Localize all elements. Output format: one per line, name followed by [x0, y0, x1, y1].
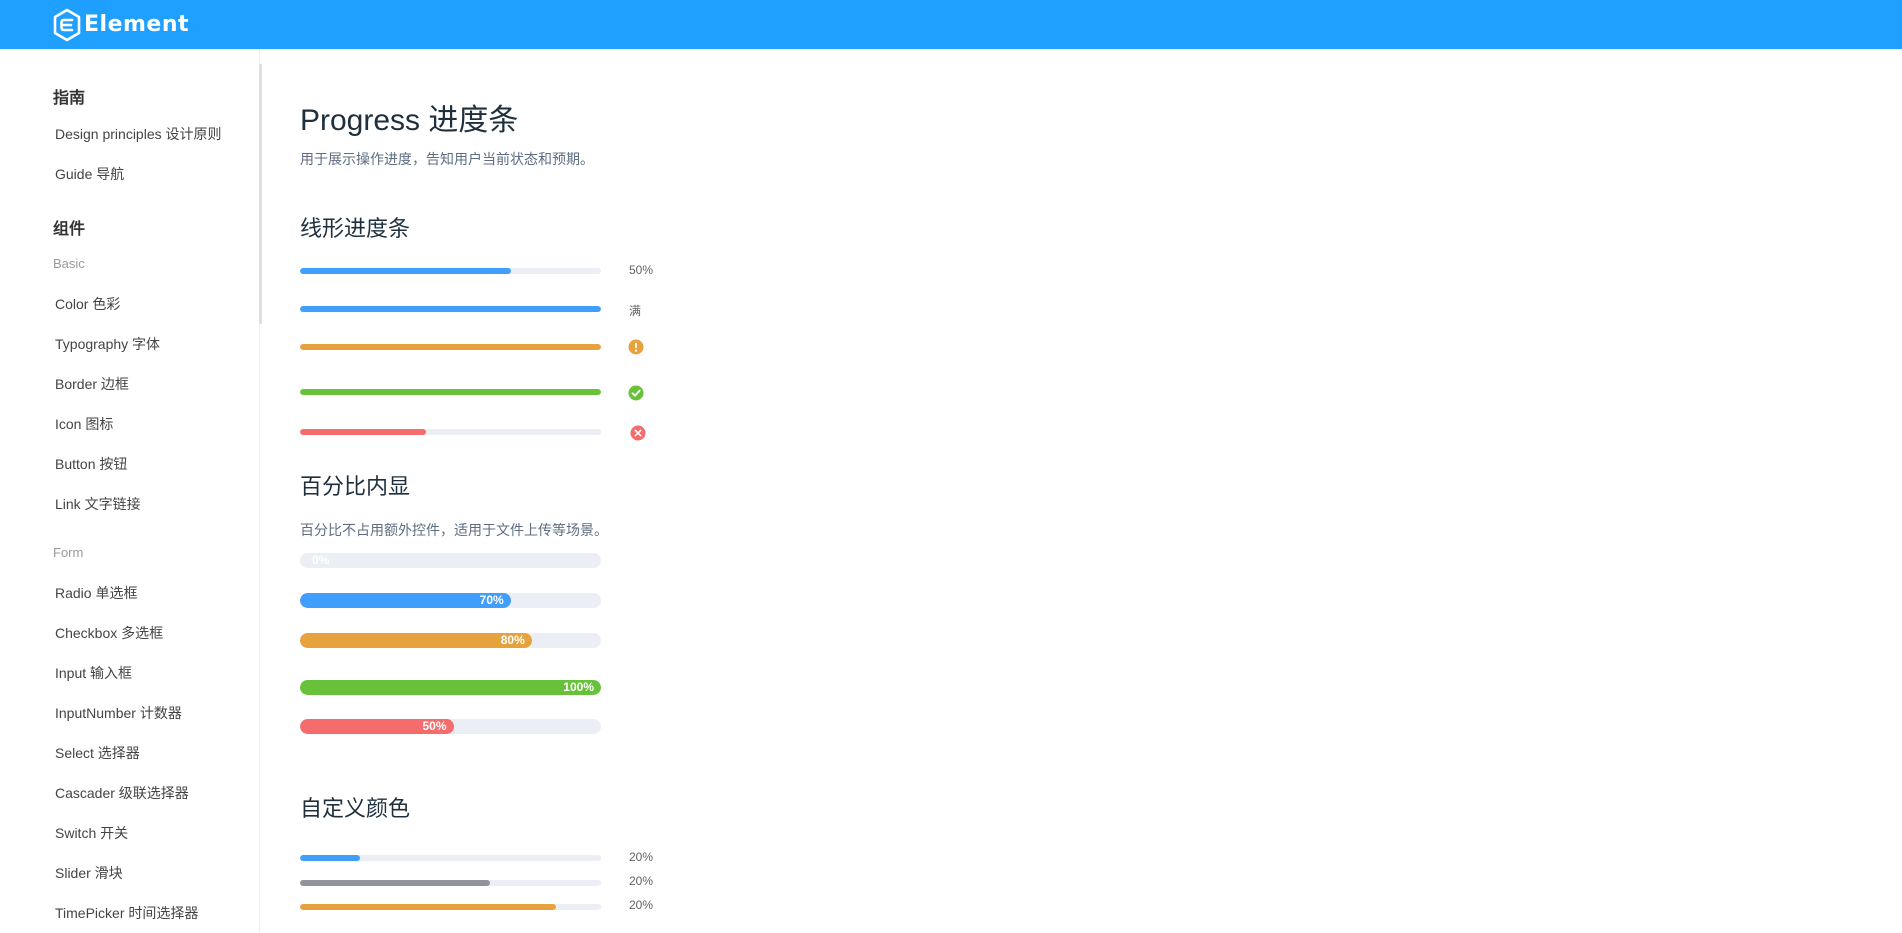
sidebar-item-slider[interactable]: Slider 滑块: [0, 856, 258, 890]
page-description: 用于展示操作进度，告知用户当前状态和预期。: [300, 151, 594, 167]
sidebar-item-label: Radio 单选框: [55, 585, 138, 601]
progress-text: 20%: [629, 874, 654, 888]
section-title-linear: 线形进度条: [300, 216, 411, 241]
sidebar-item-label: Slider 滑块: [55, 865, 123, 881]
page-title: Progress 进度条: [300, 104, 519, 137]
exception-close-icon: [630, 425, 646, 441]
sidebar-item-button[interactable]: Button 按钮: [0, 447, 258, 481]
progress-track: [300, 429, 601, 435]
main-content: Progress 进度条 用于展示操作进度，告知用户当前状态和预期。 线形进度条…: [262, 49, 1902, 933]
progress-track: 100%: [300, 680, 601, 695]
progress-track: [300, 268, 601, 274]
sidebar-item-label: Border 边框: [55, 376, 129, 392]
sidebar-item-select[interactable]: Select 选择器: [0, 736, 258, 770]
progress-fill: [300, 344, 601, 350]
progress-inner-text: 100%: [563, 680, 594, 694]
progress-fill: [300, 855, 361, 861]
section-title-inside: 百分比内显: [300, 474, 411, 499]
progress-track: 80%: [300, 633, 601, 648]
sidebar-item-label: Design principles 设计原则: [55, 126, 222, 142]
sidebar-item-label: Link 文字链接: [55, 496, 141, 512]
success-check-icon: [628, 385, 644, 401]
sidebar-item-label: Guide 导航: [55, 166, 125, 182]
progress-inner-text: 50%: [422, 719, 447, 733]
progress-fill: 100%: [300, 680, 601, 695]
element-logo[interactable]: Element: [52, 8, 189, 41]
progress-track: [300, 880, 601, 886]
nav-section-guide: 指南: [53, 90, 86, 107]
progress-fill: 50%: [300, 719, 454, 734]
progress-track: 50%: [300, 719, 601, 734]
progress-track: [300, 306, 601, 312]
sidebar-item-input[interactable]: Input 输入框: [0, 656, 258, 690]
sidebar-item-label: Cascader 级联选择器: [55, 785, 189, 801]
sidebar-item-label: Checkbox 多选框: [55, 625, 164, 641]
sidebar-item-border[interactable]: Border 边框: [0, 367, 258, 401]
progress-fill: [300, 880, 490, 886]
section-description-inside: 百分比不占用额外控件，适用于文件上传等场景。: [300, 522, 608, 538]
sidebar-item-label: Select 选择器: [55, 745, 140, 761]
sidebar-item-guide[interactable]: Guide 导航: [0, 157, 258, 191]
progress-track: [300, 389, 601, 395]
progress-text: 20%: [629, 898, 654, 912]
progress-text: 满: [629, 304, 642, 318]
progress-text: 20%: [629, 850, 654, 864]
nav-group-form: Form: [53, 545, 84, 560]
progress-fill: [300, 268, 511, 274]
sidebar-item-checkbox[interactable]: Checkbox 多选框: [0, 616, 258, 650]
warning-icon: [628, 339, 644, 355]
section-title-custom: 自定义颜色: [300, 796, 411, 821]
progress-fill: [300, 429, 427, 435]
element-logo-icon: [53, 8, 81, 41]
sidebar-item-color[interactable]: Color 色彩: [0, 287, 258, 321]
progress-fill: [300, 389, 601, 395]
sidebar-item-radio[interactable]: Radio 单选框: [0, 576, 258, 610]
sidebar-item-label: Color 色彩: [55, 296, 121, 312]
progress-inner-text: 0%: [312, 553, 330, 567]
sidebar-item-cascader[interactable]: Cascader 级联选择器: [0, 776, 258, 810]
sidebar-item-icon[interactable]: Icon 图标: [0, 407, 258, 441]
sidebar-item-design-principles[interactable]: Design principles 设计原则: [0, 117, 258, 151]
progress-track: [300, 344, 601, 350]
sidebar-item-switch[interactable]: Switch 开关: [0, 816, 258, 850]
progress-track: 70%: [300, 593, 601, 608]
progress-inner-text: 80%: [500, 633, 525, 647]
progress-fill: 80%: [300, 633, 532, 648]
sidebar-nav: 指南 Design principles 设计原则 Guide 导航 组件 Ba…: [0, 49, 260, 933]
progress-fill: 70%: [300, 593, 511, 608]
logo-text: Element: [84, 12, 190, 37]
sidebar-item-link[interactable]: Link 文字链接: [0, 487, 258, 521]
progress-track: [300, 904, 601, 910]
progress-track: 0%: [300, 553, 601, 568]
sidebar-item-label: TimePicker 时间选择器: [55, 905, 199, 921]
progress-inner-text: 70%: [479, 593, 504, 607]
sidebar-item-typography[interactable]: Typography 字体: [0, 327, 258, 361]
sidebar-item-label: Typography 字体: [55, 336, 161, 352]
sidebar-item-label: Button 按钮: [55, 456, 128, 472]
sidebar-item-label: InputNumber 计数器: [55, 705, 182, 721]
sidebar-item-inputnumber[interactable]: InputNumber 计数器: [0, 696, 258, 730]
progress-fill: [300, 306, 601, 312]
sidebar-item-label: Icon 图标: [55, 416, 114, 432]
sidebar-item-label: Input 输入框: [55, 665, 133, 681]
top-header: Element: [0, 0, 1902, 49]
sidebar-item-timepicker[interactable]: TimePicker 时间选择器: [0, 896, 258, 930]
progress-track: [300, 855, 601, 861]
nav-group-basic: Basic: [53, 256, 85, 271]
sidebar-item-label: Switch 开关: [55, 825, 129, 841]
nav-section-components: 组件: [53, 221, 86, 238]
progress-fill: [300, 904, 556, 910]
progress-text: 50%: [629, 263, 654, 277]
